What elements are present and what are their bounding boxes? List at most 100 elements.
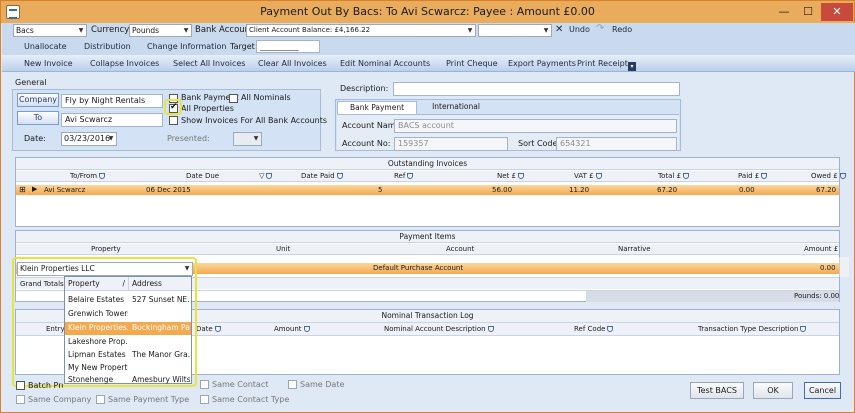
secondary-select[interactable]: ▼ — [478, 24, 552, 37]
test-bacs-button[interactable]: Test BACS — [690, 382, 744, 399]
col-to-from[interactable]: To/From — [70, 171, 106, 181]
close-button[interactable]: ✕ — [821, 3, 853, 21]
distribution-button[interactable]: Distribution — [84, 42, 131, 51]
action-ribbon: New Invoice Collapse Invoices Select All… — [2, 55, 855, 72]
ribbon-overflow-icon[interactable]: ▾ — [628, 62, 636, 71]
undo-button[interactable]: Undo — [569, 25, 590, 34]
col-narrative[interactable]: Narrative — [618, 244, 651, 254]
filter-icon — [607, 326, 614, 332]
col-total-label: Total £ — [658, 172, 682, 180]
col-to-from-label: To/From — [70, 172, 98, 180]
outstanding-header-row: To/From Date Due ▽ Date Paid Ref Net £ VA… — [16, 171, 846, 182]
edit-nominal-accounts-button[interactable]: Edit Nominal Accounts — [340, 59, 430, 68]
bank-account-label: Bank Account — [195, 25, 254, 35]
clear-all-invoices-button[interactable]: Clear All Invoices — [258, 59, 327, 68]
maximize-button[interactable]: ☐ — [797, 3, 819, 21]
to-button[interactable]: To — [17, 111, 59, 125]
export-payments-button[interactable]: Export Payments — [508, 59, 576, 68]
presented-label: Presented: — [167, 134, 210, 143]
col-nominal-account-description[interactable]: Nominal Account Description — [384, 324, 494, 334]
col-ref-code-label: Ref Code — [574, 325, 606, 333]
filter-icon — [761, 173, 768, 179]
clear-x-icon[interactable]: ✕ — [555, 24, 563, 35]
same-date-checkbox[interactable] — [288, 380, 297, 389]
date-picker[interactable]: 03/23/2016 ▼ — [61, 132, 117, 146]
col-ref[interactable]: Ref — [394, 171, 414, 181]
target-input[interactable]: ___________ — [256, 40, 320, 53]
description-label: Description: — [340, 84, 389, 93]
col-unit[interactable]: Unit — [276, 244, 290, 254]
cell-ref: 5 — [378, 186, 383, 194]
ok-button[interactable]: OK — [753, 382, 793, 399]
toolbar-row-1: Bacs ▼ Currency Pounds ▼ Bank Account Cl… — [2, 23, 855, 39]
table-row[interactable]: ⊞ ▶ Avi Scwarcz 06 Dec 2015 5 56.00 11.2… — [16, 185, 839, 195]
collapse-invoices-button[interactable]: Collapse Invoices — [90, 59, 159, 68]
filter-icon — [266, 173, 273, 179]
tab-international-details[interactable]: International Details — [418, 101, 494, 123]
same-date-label: Same Date — [300, 380, 345, 389]
filter-icon — [800, 326, 807, 332]
batch-prompt-checkbox[interactable] — [16, 381, 25, 390]
all-nominals-checkbox[interactable] — [229, 94, 238, 103]
print-receipt-button[interactable]: Print Receipt — [577, 59, 628, 68]
filter-icon — [517, 173, 524, 179]
payment-method-select[interactable]: Bacs ▼ — [13, 24, 87, 37]
col-transaction-type-description[interactable]: Transaction Type Description — [698, 324, 807, 334]
col-account[interactable]: Account — [446, 244, 474, 254]
bank-account-value: Client Account Balance: £4,166.22 — [249, 26, 371, 34]
filter-icon — [487, 326, 494, 332]
cell-account: Default Purchase Account — [373, 264, 464, 272]
same-payment-type-checkbox[interactable] — [96, 395, 105, 404]
tab-bank-payment-details[interactable]: Bank Payment Details — [337, 101, 417, 124]
cancel-button[interactable]: Cancel — [804, 382, 841, 399]
select-all-invoices-button[interactable]: Select All Invoices — [173, 59, 245, 68]
to-field[interactable]: Avi Scwarcz — [61, 113, 163, 127]
payment-items-header-row: Property Unit Account Narrative Amount £ — [16, 244, 839, 255]
currency-select[interactable]: Pounds ▼ — [129, 24, 192, 37]
col-amount-log[interactable]: Amount — [274, 324, 310, 334]
expand-plus-icon[interactable]: ⊞ — [19, 185, 26, 194]
minimize-button[interactable]: — — [773, 3, 795, 21]
pounds-total: Pounds: 0.00 — [794, 292, 840, 300]
all-properties-label: All Properties — [181, 104, 234, 113]
col-net-label: Net £ — [497, 172, 516, 180]
col-paid[interactable]: Paid £ — [738, 171, 768, 181]
redo-button[interactable]: Redo — [612, 25, 632, 34]
same-payment-type-label: Same Payment Type — [108, 395, 190, 404]
cell-paid: 0.00 — [739, 186, 755, 194]
col-owed[interactable]: Owed £ — [811, 171, 846, 181]
col-date-paid[interactable]: Date Paid — [301, 171, 343, 181]
same-contact-type-label: Same Contact Type — [212, 395, 290, 404]
chevron-down-icon: ▼ — [183, 27, 189, 34]
same-company-checkbox[interactable] — [16, 395, 25, 404]
print-cheque-button[interactable]: Print Cheque — [446, 59, 498, 68]
show-invoices-all-banks-checkbox[interactable] — [169, 116, 178, 125]
all-nominals-label: All Nominals — [241, 93, 291, 102]
sort-code-label: Sort Code: — [518, 139, 561, 148]
show-invoices-all-banks-label: Show Invoices For All Bank Accounts — [181, 116, 328, 125]
col-date[interactable]: Date — [196, 324, 221, 334]
payment-items-scrollbar[interactable] — [839, 257, 849, 277]
col-property[interactable]: Property — [91, 244, 121, 254]
col-net[interactable]: Net £ — [497, 171, 524, 181]
new-invoice-button[interactable]: New Invoice — [24, 59, 73, 68]
same-contact-type-checkbox[interactable] — [200, 395, 209, 404]
unallocate-button[interactable]: Unallocate — [24, 42, 67, 51]
col-total[interactable]: Total £ — [658, 171, 690, 181]
date-label: Date: — [24, 134, 46, 143]
col-ref-code[interactable]: Ref Code — [574, 324, 614, 334]
company-button[interactable]: Company — [17, 93, 59, 107]
change-information-button[interactable]: Change Information — [147, 42, 226, 51]
description-input[interactable] — [393, 82, 680, 96]
title-bar: Payment Out By Bacs: To Avi Scwarcz: Pay… — [1, 1, 854, 23]
col-date-due-label: Date Due — [186, 172, 220, 180]
presented-select[interactable]: ▼ — [233, 132, 262, 146]
filter-icon — [303, 326, 310, 332]
col-vat[interactable]: VAT £ — [574, 171, 602, 181]
company-field[interactable]: Fly by Night Rentals — [61, 94, 163, 108]
col-transaction-type-description-label: Transaction Type Description — [698, 325, 799, 333]
col-date-due[interactable]: Date Due ▽ — [186, 171, 273, 181]
same-contact-checkbox[interactable] — [200, 380, 209, 389]
col-amount[interactable]: Amount £ — [804, 244, 838, 254]
bank-account-select[interactable]: Client Account Balance: £4,166.22 ▼ — [246, 24, 476, 37]
